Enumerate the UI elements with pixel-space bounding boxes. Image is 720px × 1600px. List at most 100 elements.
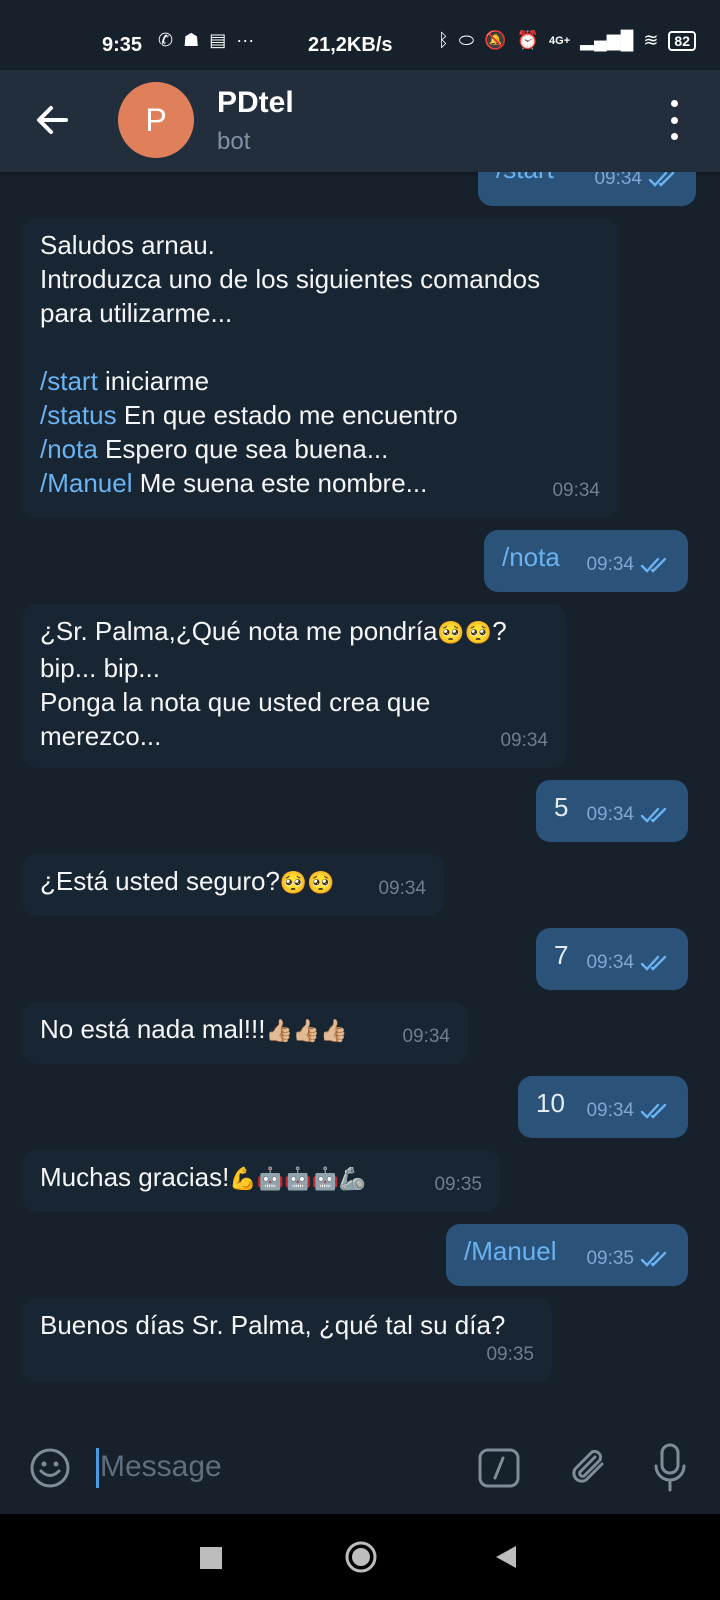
status-time: 9:35 [102, 34, 143, 56]
paperclip-icon[interactable] [568, 1444, 612, 1492]
more-vertical-icon[interactable] [668, 100, 680, 140]
message-line: para utilizarme... [40, 296, 600, 330]
notification-icons: ✆ ☗ ▤ ··· [158, 30, 254, 51]
message-line: Saludos arnau. [40, 228, 600, 262]
message-text: Saludos arnau. [40, 230, 215, 260]
incoming-message[interactable]: Buenos días Sr. Palma, ¿qué tal su día? 0… [22, 1298, 552, 1382]
message-line: Muchas gracias!💪🤖🤖🤖🦾 [40, 1160, 482, 1197]
whatsapp-icon: ✆ [158, 30, 174, 50]
outgoing-message[interactable]: 7 09:34 [536, 928, 688, 990]
message-text: Ponga la nota que usted crea que [40, 687, 431, 717]
message-meta: 09:34 [402, 1020, 450, 1054]
recent-apps-button[interactable] [200, 1547, 222, 1569]
message-line [40, 330, 600, 364]
outgoing-message[interactable]: /start 09:34 [478, 172, 696, 206]
bot-command-link[interactable]: /nota [40, 434, 98, 464]
message-line: merezco... [40, 719, 548, 753]
mute-icon: 🔕 [484, 30, 507, 50]
chat-subtitle: bot [217, 128, 251, 155]
message-time: 09:34 [586, 1100, 634, 1121]
microphone-icon[interactable] [650, 1442, 690, 1494]
incoming-message[interactable]: No está nada mal!!!👍🏼👍🏼👍🏼 09:34 [22, 1002, 468, 1064]
message-time: 09:35 [486, 1344, 534, 1365]
toggle-icon: ⬭ [458, 30, 475, 50]
outgoing-message[interactable]: /nota 09:34 [484, 530, 688, 592]
more-notifications-icon: ··· [236, 30, 255, 50]
gamepad-icon: ☗ [183, 30, 200, 50]
bot-command-link[interactable]: /status [40, 400, 117, 430]
message-line: No está nada mal!!!👍🏼👍🏼👍🏼 [40, 1012, 450, 1049]
message-text: Espero que sea buena... [97, 434, 389, 464]
incoming-message[interactable]: ¿Está usted seguro?🥺🥺 09:34 [22, 854, 444, 916]
message-text: No está nada mal!!! [40, 1014, 266, 1044]
message-meta: 09:34 [378, 872, 426, 906]
bot-command-link[interactable]: /Manuel [464, 1236, 557, 1266]
incoming-message[interactable]: ¿Sr. Palma,¿Qué nota me pondría🥺🥺? bip...… [22, 604, 566, 768]
smile-icon[interactable] [28, 1446, 72, 1490]
outgoing-message[interactable]: 10 09:34 [518, 1076, 688, 1138]
message-list[interactable]: /start 09:34 Saludos arnau. Introduzca uno … [0, 172, 720, 1422]
message-text: bip... bip... [40, 653, 160, 683]
message-line: Buenos días Sr. Palma, ¿qué tal su día? [40, 1308, 534, 1342]
bot-command-link[interactable]: /Manuel [40, 468, 133, 498]
system-navigation-bar [0, 1514, 720, 1600]
avatar[interactable]: P [118, 82, 194, 158]
emoji: 👍🏼👍🏼👍🏼 [265, 1019, 348, 1044]
double-check-icon [640, 557, 667, 573]
message-text: ? [492, 616, 507, 646]
message-meta: 09:35 [434, 1168, 482, 1202]
double-check-icon [648, 172, 675, 187]
outgoing-message[interactable]: 5 09:34 [536, 780, 688, 842]
emoji: 🥺🥺 [279, 871, 335, 896]
text-cursor [96, 1448, 99, 1488]
bot-command-link[interactable]: /nota [502, 542, 560, 572]
message-line: bip... bip... [40, 651, 548, 685]
alarm-icon: ⏰ [516, 30, 540, 50]
back-button[interactable] [494, 1544, 518, 1570]
message-meta: 09:34 [552, 474, 600, 508]
slash-command-icon[interactable] [478, 1448, 520, 1488]
message-text: Me suena este nombre... [132, 468, 428, 498]
message-meta: 09:34 [586, 1094, 670, 1128]
incoming-message[interactable]: Saludos arnau. Introduzca uno de los sigu… [22, 218, 618, 518]
message-line: Introduzca uno de los siguientes comando… [40, 262, 600, 296]
message-text: merezco... [40, 721, 162, 751]
home-button[interactable] [344, 1540, 378, 1574]
arrow-left-icon[interactable] [34, 98, 70, 142]
message-meta: 09:35 [486, 1338, 534, 1372]
message-time: 09:34 [500, 730, 548, 751]
chat-header: P PDtel bot [0, 70, 720, 172]
double-check-icon [640, 1103, 667, 1119]
message-line: /start iniciarme [40, 364, 600, 398]
emoji: 💪🤖🤖🤖🦾 [229, 1167, 367, 1192]
message-meta: 09:34 [500, 724, 548, 758]
battery-indicator: 82 [668, 30, 696, 51]
message-time: 09:34 [586, 952, 634, 973]
double-check-icon [640, 807, 667, 823]
message-text [40, 332, 47, 362]
bot-command-link[interactable]: /start [496, 172, 554, 184]
message-text: Buenos días Sr. Palma, ¿qué tal su día? [40, 1310, 506, 1340]
message-input-bar: Message [0, 1422, 720, 1514]
outgoing-message[interactable]: /Manuel 09:35 [446, 1224, 688, 1286]
message-time: 09:34 [586, 804, 634, 825]
message-text: 5 [554, 792, 569, 822]
news-icon: ▤ [209, 30, 227, 50]
emoji: 🥺🥺 [437, 621, 493, 646]
network-type: 4G+ [549, 34, 571, 47]
message-line: Ponga la nota que usted crea que [40, 685, 548, 719]
message-meta: 09:35 [586, 1242, 670, 1276]
message-line: ¿Sr. Palma,¿Qué nota me pondría🥺🥺? [40, 614, 548, 651]
message-input[interactable]: Message [100, 1450, 222, 1484]
message-line: /status En que estado me encuentro [40, 398, 600, 432]
incoming-message[interactable]: Muchas gracias!💪🤖🤖🤖🦾 09:35 [22, 1150, 500, 1212]
chat-title[interactable]: PDtel [217, 86, 294, 120]
system-icons: ᛒ ⬭ 🔕 ⏰ 4G+ ▂▄▆█ ≋ 82 [438, 30, 696, 51]
double-check-icon [640, 955, 667, 971]
bot-command-link[interactable]: /start [40, 366, 98, 396]
signal-icon: ▂▄▆█ [580, 30, 634, 50]
message-line: /nota Espero que sea buena... [40, 432, 600, 466]
message-text: ¿Está usted seguro? [40, 866, 280, 896]
message-text: ¿Sr. Palma,¿Qué nota me pondría [40, 616, 438, 646]
message-time: 09:34 [552, 480, 600, 501]
